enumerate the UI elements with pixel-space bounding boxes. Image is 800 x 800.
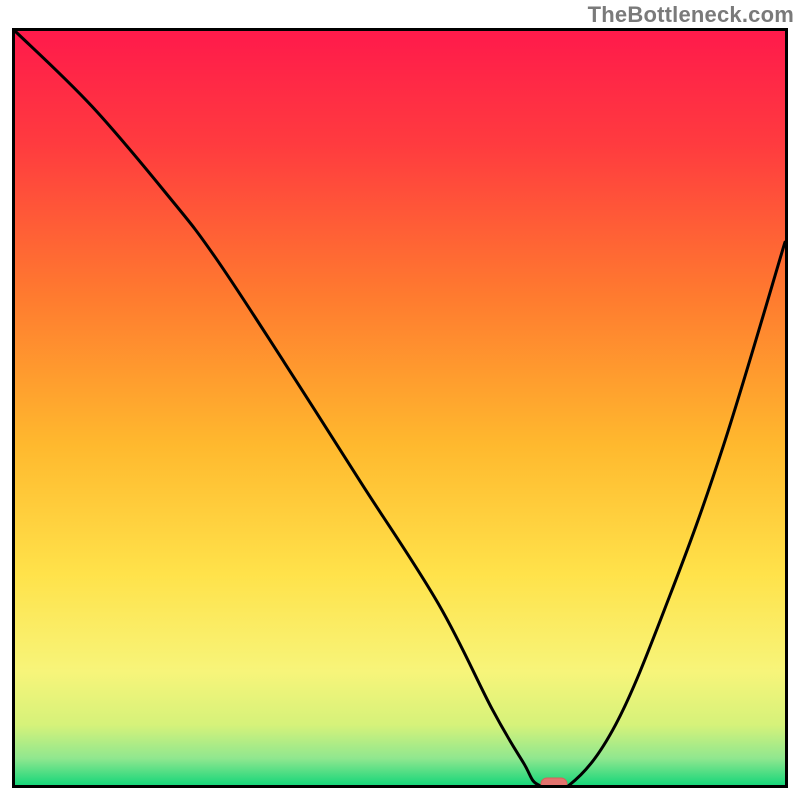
bottleneck-chart: TheBottleneck.com — [0, 0, 800, 800]
chart-background — [15, 31, 785, 785]
chart-svg — [12, 28, 788, 788]
watermark-text: TheBottleneck.com — [588, 2, 794, 28]
